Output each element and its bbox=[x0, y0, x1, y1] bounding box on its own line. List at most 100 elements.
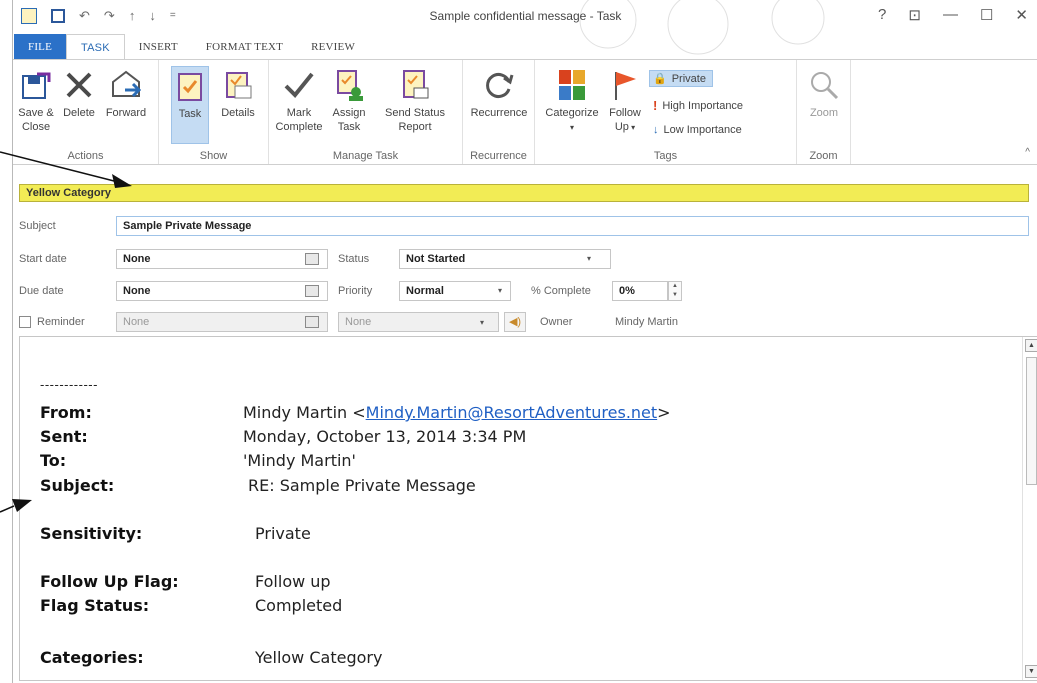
categories-value: Yellow Category bbox=[255, 648, 383, 667]
reminder-date-input[interactable]: None bbox=[116, 312, 328, 332]
assign-task-button[interactable]: Assign Task bbox=[329, 68, 369, 134]
zoom-button[interactable]: Zoom bbox=[803, 68, 845, 120]
scroll-thumb[interactable] bbox=[1026, 357, 1037, 485]
subject-header-value: RE: Sample Private Message bbox=[248, 476, 476, 495]
title-bar: ↶ ↷ ↑ ↓ = Sample confidential message - … bbox=[13, 0, 1037, 55]
separator-line: ------------ bbox=[40, 377, 98, 392]
due-date-calendar-icon[interactable] bbox=[305, 285, 319, 297]
follow-up-button[interactable]: Follow Up ▾ bbox=[605, 68, 645, 135]
flag-status-value: Completed bbox=[255, 596, 343, 615]
magnifier-icon bbox=[811, 72, 839, 100]
ribbon: Save & Close Delete Forward Actions Task… bbox=[13, 59, 1037, 165]
assign-task-icon bbox=[337, 70, 363, 101]
categorize-icon bbox=[559, 70, 585, 100]
sent-value: Monday, October 13, 2014 3:34 PM bbox=[243, 427, 527, 446]
reminder-sound-icon[interactable]: ◀) bbox=[504, 312, 526, 332]
category-banner: Yellow Category bbox=[19, 184, 1029, 202]
group-label-zoom: Zoom bbox=[809, 150, 838, 162]
help-button[interactable]: ? bbox=[878, 6, 886, 24]
exclamation-icon: ! bbox=[653, 98, 658, 113]
flag-status-label: Flag Status: bbox=[40, 596, 150, 615]
recurrence-icon bbox=[486, 73, 514, 98]
group-label-show: Show bbox=[199, 150, 228, 162]
percent-complete-input[interactable]: 0% bbox=[612, 281, 668, 301]
percent-complete-stepper[interactable]: ▲ ▼ bbox=[668, 281, 682, 301]
subject-input[interactable]: Sample Private Message bbox=[116, 216, 1029, 236]
subject-header-label: Subject: bbox=[40, 476, 115, 495]
start-date-input[interactable]: None bbox=[116, 249, 328, 269]
status-dropdown-icon[interactable]: ▾ bbox=[587, 254, 591, 263]
reminder-calendar-icon[interactable] bbox=[305, 316, 319, 328]
owner-label: Owner bbox=[540, 316, 573, 328]
due-date-input[interactable]: None bbox=[116, 281, 328, 301]
follow-up-flag-value: Follow up bbox=[255, 572, 331, 591]
group-label-tags: Tags bbox=[653, 150, 678, 162]
group-label-actions: Actions bbox=[67, 150, 104, 162]
task-view-button[interactable]: Task bbox=[171, 66, 209, 144]
sensitivity-value: Private bbox=[255, 524, 311, 543]
forward-icon bbox=[112, 70, 142, 98]
reminder-time-dropdown-icon[interactable]: ▾ bbox=[480, 318, 484, 327]
vertical-scrollbar[interactable]: ▲ ▼ bbox=[1022, 337, 1037, 680]
high-importance-button[interactable]: ! High Importance bbox=[653, 98, 743, 113]
start-date-calendar-icon[interactable] bbox=[305, 253, 319, 265]
send-status-report-button[interactable]: Send Status Report bbox=[373, 68, 457, 134]
private-button[interactable]: 🔒 Private bbox=[649, 70, 713, 87]
reminder-label: Reminder bbox=[37, 316, 85, 328]
low-importance-button[interactable]: ↓ Low Importance bbox=[653, 124, 742, 136]
scroll-down-icon[interactable]: ▼ bbox=[1025, 665, 1037, 678]
maximize-button[interactable]: ☐ bbox=[980, 6, 993, 24]
flag-icon bbox=[615, 72, 636, 100]
priority-dropdown-icon[interactable]: ▾ bbox=[498, 286, 502, 295]
delete-button[interactable]: Delete bbox=[59, 68, 99, 120]
reminder-checkbox[interactable] bbox=[19, 316, 31, 328]
group-tags: Categorize ▾ Follow Up ▾ 🔒 Private ! Hig… bbox=[535, 60, 797, 164]
group-show: Task Details Show bbox=[159, 60, 269, 164]
from-email-link[interactable]: Mindy.Martin@ResortAdventures.net bbox=[366, 403, 658, 422]
group-actions: Save & Close Delete Forward Actions bbox=[13, 60, 159, 164]
mark-complete-button[interactable]: Mark Complete bbox=[273, 68, 325, 134]
categorize-dropdown-icon: ▾ bbox=[569, 123, 574, 132]
start-date-label: Start date bbox=[19, 253, 67, 265]
owner-value: Mindy Martin bbox=[615, 316, 678, 328]
priority-select[interactable]: Normal bbox=[399, 281, 511, 301]
tab-task[interactable]: TASK bbox=[66, 34, 125, 60]
follow-up-flag-label: Follow Up Flag: bbox=[40, 572, 179, 591]
save-close-button[interactable]: Save & Close bbox=[17, 68, 55, 134]
tab-file[interactable]: FILE bbox=[14, 34, 67, 60]
group-manage-task: Mark Complete Assign Task Send Status Re… bbox=[269, 60, 463, 164]
ribbon-display-button[interactable]: ⊡ bbox=[908, 6, 921, 24]
close-button[interactable]: ✕ bbox=[1015, 6, 1028, 24]
categorize-button[interactable]: Categorize ▾ bbox=[541, 68, 603, 135]
group-label-manage-task: Manage Task bbox=[332, 150, 399, 162]
tab-insert[interactable]: INSERT bbox=[125, 34, 192, 60]
from-value: Mindy Martin <Mindy.Martin@ResortAdventu… bbox=[243, 403, 671, 422]
forward-button[interactable]: Forward bbox=[103, 68, 149, 120]
down-arrow-icon: ↓ bbox=[653, 124, 659, 136]
tab-format-text[interactable]: FORMAT TEXT bbox=[192, 34, 297, 60]
save-close-icon bbox=[22, 72, 51, 99]
collapse-ribbon-icon[interactable]: ^ bbox=[1025, 147, 1030, 158]
to-label: To: bbox=[40, 451, 67, 470]
group-recurrence: Recurrence Recurrence bbox=[463, 60, 535, 164]
status-select[interactable]: Not Started bbox=[399, 249, 611, 269]
sent-label: Sent: bbox=[40, 427, 88, 446]
sensitivity-label: Sensitivity: bbox=[40, 524, 143, 543]
status-report-icon bbox=[403, 70, 429, 99]
to-value: 'Mindy Martin' bbox=[243, 451, 356, 470]
reminder-time-select[interactable]: None bbox=[338, 312, 499, 332]
due-date-label: Due date bbox=[19, 285, 64, 297]
tab-review[interactable]: REVIEW bbox=[297, 34, 369, 60]
recurrence-button[interactable]: Recurrence bbox=[467, 68, 531, 120]
categories-label: Categories: bbox=[40, 648, 144, 667]
follow-up-dropdown-icon: ▾ bbox=[628, 123, 636, 132]
ribbon-tabs: FILE TASK INSERT FORMAT TEXT REVIEW bbox=[13, 34, 369, 60]
details-button[interactable]: Details bbox=[217, 68, 259, 120]
message-body[interactable]: ▲ ▼ ------------ From: Mindy Martin <Min… bbox=[19, 336, 1037, 681]
scroll-up-icon[interactable]: ▲ bbox=[1025, 339, 1037, 352]
status-label: Status bbox=[338, 253, 370, 265]
checkmark-icon bbox=[284, 72, 314, 98]
window-controls: ? ⊡ — ☐ ✕ bbox=[878, 6, 1028, 24]
minimize-button[interactable]: — bbox=[943, 6, 958, 24]
group-label-recurrence: Recurrence bbox=[470, 150, 527, 162]
